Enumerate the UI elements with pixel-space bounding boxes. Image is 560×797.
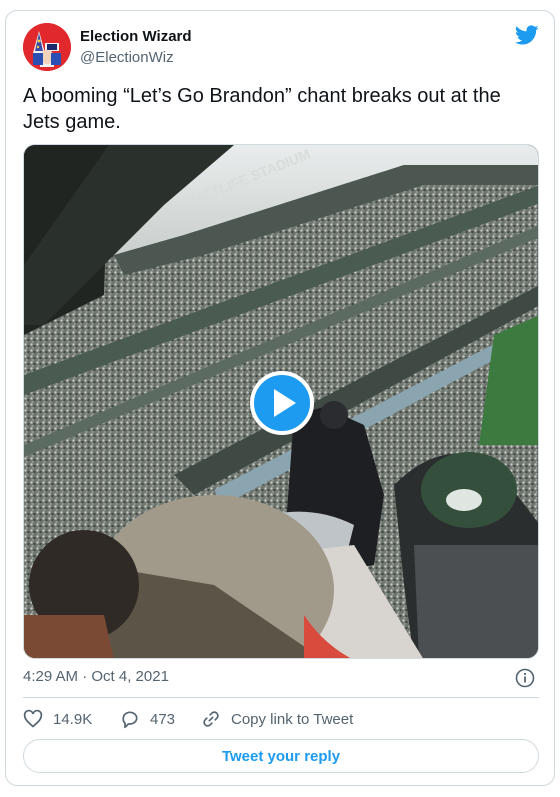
play-button[interactable] [250,371,314,435]
copy-link-label: Copy link to Tweet [231,710,354,728]
copy-link-button[interactable]: Copy link to Tweet [201,707,353,731]
author-handle[interactable]: @ElectionWiz [80,49,174,66]
wizard-avatar-icon [23,23,71,71]
heart-icon [23,709,43,728]
reply-icon [122,711,138,729]
like-button[interactable]: 14.9K [23,707,92,731]
video-player[interactable]: METLIFE STADIUM [23,144,539,659]
tweet-card: Election Wizard @ElectionWiz A booming “… [5,10,555,786]
like-count: 14.9K [53,710,93,728]
divider [23,697,539,698]
tweet-header: Election Wizard @ElectionWiz [23,23,539,73]
reply-button[interactable]: 473 [120,707,175,731]
tweet-text: A booming “Let’s Go Brandon” chant break… [23,85,501,133]
link-icon [203,711,219,727]
reply-count: 473 [150,710,176,728]
avatar[interactable] [23,23,71,71]
tweet-actions: 14.9K 473 Copy link to Tweet [23,707,539,731]
tweet-your-reply-button[interactable]: Tweet your reply [23,739,539,773]
info-icon[interactable] [515,668,535,688]
twitter-bird-icon[interactable] [515,23,539,47]
author-display-name[interactable]: Election Wizard [80,28,192,45]
tweet-timestamp[interactable]: 4:29 AM · Oct 4, 2021 [23,668,169,685]
play-icon [274,389,296,417]
